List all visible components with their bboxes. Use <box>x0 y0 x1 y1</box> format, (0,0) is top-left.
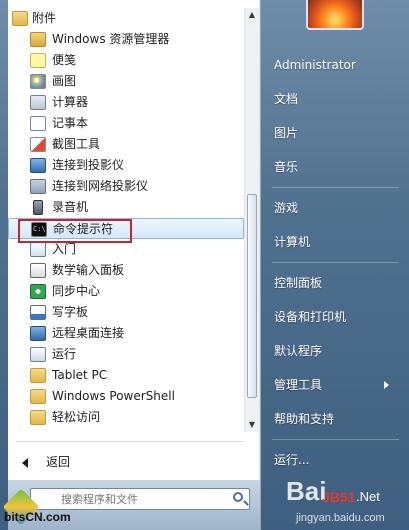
right-divider <box>262 259 409 266</box>
folder-icon <box>12 11 28 26</box>
right-item-default-programs[interactable]: 默认程序 <box>262 334 409 368</box>
program-label: 入门 <box>52 242 77 256</box>
back-arrow-icon <box>22 457 28 468</box>
baidu-watermark: Bai <box>286 476 327 506</box>
program-folder-ease-of-access[interactable]: 轻松访问 <box>8 407 244 428</box>
projector-icon <box>30 158 46 173</box>
calculator-icon <box>30 95 46 110</box>
program-sticky-notes[interactable]: 便笺 <box>8 50 244 71</box>
program-paint[interactable]: 画图 <box>8 71 244 92</box>
program-label: 数学输入面板 <box>52 263 125 277</box>
program-folder-tablet-pc[interactable]: Tablet PC <box>8 365 244 386</box>
back-label: 返回 <box>46 455 71 469</box>
program-label: Windows 资源管理器 <box>52 32 170 46</box>
run-icon <box>30 347 46 362</box>
right-item-control-panel[interactable]: 控制面板 <box>262 266 409 300</box>
right-item-label: 管理工具 <box>274 378 323 392</box>
program-sync-center[interactable]: 同步中心 <box>8 281 244 302</box>
program-label: 录音机 <box>52 200 89 214</box>
right-item-admin-tools[interactable]: 管理工具 <box>262 368 409 402</box>
program-list: 附件 Windows 资源管理器 便笺 画图 计算器 记事本 截图工具 连接到投… <box>8 8 244 428</box>
user-avatar[interactable] <box>306 0 364 30</box>
sticky-notes-icon <box>30 53 46 68</box>
programs-pane: 附件 Windows 资源管理器 便笺 画图 计算器 记事本 截图工具 连接到投… <box>8 0 261 530</box>
jb51-net-watermark: .Net <box>356 489 380 504</box>
right-item-computer[interactable]: 计算机 <box>262 225 409 259</box>
jb51-watermark: JB51 <box>322 489 356 505</box>
program-remote-desktop[interactable]: 远程桌面连接 <box>8 323 244 344</box>
program-calculator[interactable]: 计算器 <box>8 92 244 113</box>
program-label: 画图 <box>52 74 77 88</box>
right-item-pictures[interactable]: 图片 <box>262 116 409 150</box>
program-label: 截图工具 <box>52 137 101 151</box>
program-label: Windows PowerShell <box>52 389 175 403</box>
program-math-input-panel[interactable]: 数学输入面板 <box>8 260 244 281</box>
program-label: 连接到投影仪 <box>52 158 125 172</box>
microphone-icon <box>33 200 43 215</box>
program-notepad[interactable]: 记事本 <box>8 113 244 134</box>
folder-icon <box>30 389 46 404</box>
right-item-games[interactable]: 游戏 <box>262 191 409 225</box>
program-run[interactable]: 运行 <box>8 344 244 365</box>
scroll-down-arrow-icon[interactable]: ▼ <box>245 418 259 432</box>
program-label: 写字板 <box>52 305 89 319</box>
program-connect-projector[interactable]: 连接到投影仪 <box>8 155 244 176</box>
explorer-icon <box>30 32 46 47</box>
search-icon[interactable] <box>233 492 243 502</box>
program-label: 运行 <box>52 347 77 361</box>
program-label: 同步中心 <box>52 284 101 298</box>
program-label: 命令提示符 <box>53 222 114 236</box>
math-input-icon <box>30 263 46 278</box>
snipping-tool-icon <box>30 137 46 152</box>
program-getting-started[interactable]: 入门 <box>8 239 244 260</box>
program-label: 附件 <box>32 11 57 25</box>
program-label: 连接到网络投影仪 <box>52 179 149 193</box>
command-prompt-icon: C:\ <box>31 222 47 237</box>
network-projector-icon <box>30 179 46 194</box>
scroll-up-arrow-icon[interactable]: ▲ <box>245 8 259 22</box>
program-sound-recorder[interactable]: 录音机 <box>8 197 244 218</box>
right-item-music[interactable]: 音乐 <box>262 150 409 184</box>
program-label: 记事本 <box>52 116 89 130</box>
program-label: 计算器 <box>52 95 89 109</box>
bitscn-text: bitsCN.com <box>4 510 71 524</box>
program-folder-powershell[interactable]: Windows PowerShell <box>8 386 244 407</box>
paint-icon <box>30 74 46 89</box>
right-item-devices-printers[interactable]: 设备和打印机 <box>262 300 409 334</box>
program-windows-explorer[interactable]: Windows 资源管理器 <box>8 29 244 50</box>
divider <box>16 441 244 442</box>
wordpad-icon <box>30 305 46 320</box>
getting-started-icon <box>30 242 46 257</box>
program-list-scrollbar[interactable]: ▲ ▼ <box>244 8 259 432</box>
right-item-help-support[interactable]: 帮助和支持 <box>262 402 409 436</box>
right-menu: Administrator 文档 图片 音乐 游戏 计算机 控制面板 设备和打印… <box>262 48 409 477</box>
right-divider <box>262 184 409 191</box>
program-snipping-tool[interactable]: 截图工具 <box>8 134 244 155</box>
submenu-arrow-icon <box>384 381 389 389</box>
notepad-icon <box>30 116 46 131</box>
remote-desktop-icon <box>30 326 46 341</box>
bitscn-watermark: bitsCN.com <box>2 488 112 526</box>
back-button[interactable]: 返回 <box>22 452 70 472</box>
program-label: 远程桌面连接 <box>52 326 125 340</box>
program-folder-accessories[interactable]: 附件 <box>8 8 244 29</box>
baidu-url-watermark: jingyan.baidu.com <box>296 512 385 524</box>
right-item-run[interactable]: 运行... <box>262 443 409 477</box>
sync-center-icon <box>30 284 46 299</box>
folder-icon <box>30 368 46 383</box>
right-divider <box>262 436 409 443</box>
program-connect-network-projector[interactable]: 连接到网络投影仪 <box>8 176 244 197</box>
program-command-prompt[interactable]: C:\ 命令提示符 <box>8 218 244 239</box>
program-label: 便笺 <box>52 53 77 67</box>
program-wordpad[interactable]: 写字板 <box>8 302 244 323</box>
right-item-user[interactable]: Administrator <box>262 48 409 82</box>
scrollbar-thumb[interactable] <box>247 194 257 398</box>
right-item-documents[interactable]: 文档 <box>262 82 409 116</box>
folder-icon <box>30 410 46 425</box>
program-label: Tablet PC <box>52 368 108 382</box>
program-label: 轻松访问 <box>52 410 101 424</box>
